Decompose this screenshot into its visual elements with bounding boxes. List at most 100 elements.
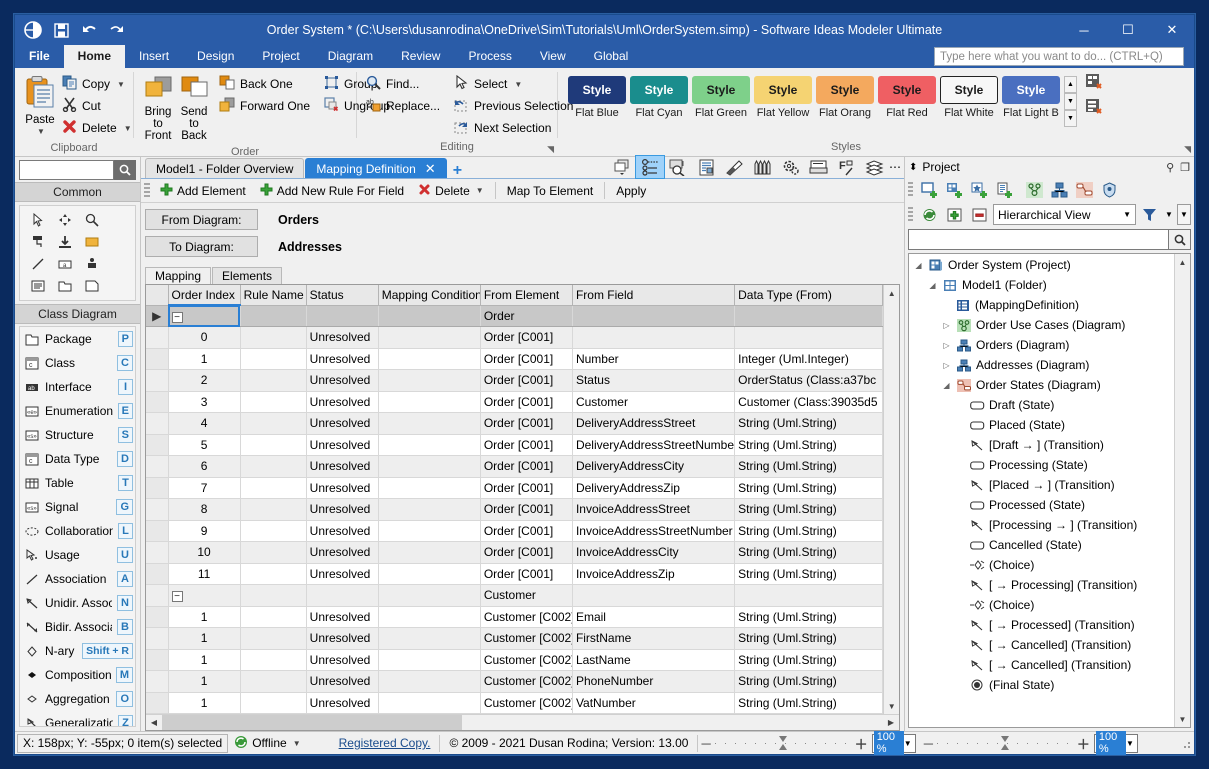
expanded-arrow-icon[interactable]: ◢ — [927, 281, 938, 290]
cell-mapping-condition[interactable] — [378, 477, 481, 499]
cell-from-element[interactable]: Customer [C002] — [480, 606, 573, 628]
toolbar-grip[interactable] — [908, 181, 913, 198]
cell-status[interactable]: Unresolved — [306, 606, 379, 628]
ribbon-tab-global[interactable]: Global — [580, 45, 643, 68]
ribbon-tab-process[interactable]: Process — [454, 45, 525, 68]
cell-mapping-condition[interactable] — [378, 649, 481, 671]
zoom-out-icon[interactable]: ─ — [701, 736, 710, 751]
cell-from-field[interactable]: DeliveryAddressStreet — [572, 412, 736, 435]
gallery-scroll-up-icon[interactable]: ▲ — [1064, 76, 1077, 93]
cell-status[interactable]: Unresolved — [306, 670, 379, 693]
cell-status[interactable]: Unresolved — [306, 692, 379, 714]
tree-node-placed-state[interactable]: Placed (State) — [909, 415, 1174, 435]
cell-from-field[interactable]: DeliveryAddressStreetNumber — [572, 434, 736, 456]
toolbox-item-class[interactable]: c Class C — [20, 351, 135, 375]
close-icon[interactable]: ❐ — [1180, 161, 1190, 174]
scroll-thumb[interactable] — [162, 715, 462, 730]
cell-from-field[interactable]: VatNumber — [572, 692, 736, 714]
tree-node-to-processed-transition[interactable]: [ → Processed] (Transition) — [909, 615, 1174, 635]
cell-rule-name[interactable] — [240, 498, 307, 521]
cell-mapping-condition[interactable] — [378, 412, 481, 435]
settings-icon[interactable] — [776, 156, 804, 178]
cell-mapping-condition[interactable] — [378, 455, 481, 478]
cell-order-index[interactable]: 11 — [168, 563, 241, 585]
ribbon-tab-review[interactable]: Review — [387, 45, 454, 68]
cell-rule-name[interactable] — [240, 563, 307, 585]
cell-from-element[interactable]: Customer — [480, 584, 573, 607]
style-item-flat-orange[interactable]: Style Flat Orang — [814, 76, 876, 119]
cell-mapping-condition[interactable] — [378, 670, 481, 693]
save-icon[interactable] — [51, 20, 71, 40]
new-element-icon[interactable] — [968, 179, 991, 200]
collapse-icon[interactable]: − — [171, 312, 183, 323]
cell-rule-name[interactable] — [240, 348, 307, 370]
app-logo-icon[interactable] — [23, 20, 43, 40]
cell-from-element[interactable]: Order [C001] — [480, 326, 573, 349]
cell-rule-name[interactable] — [240, 520, 307, 542]
copy-dropdown-icon[interactable]: ▼ — [117, 80, 125, 89]
cell-order-index[interactable]: 0 — [168, 326, 241, 349]
ribbon-tab-view[interactable]: View — [526, 45, 580, 68]
cell-mapping-condition[interactable] — [378, 692, 481, 714]
table-row[interactable]: 1 Unresolved Customer [C002] PhoneNumber… — [146, 670, 884, 693]
slider-thumb[interactable] — [778, 736, 788, 750]
filter-icon[interactable] — [1138, 204, 1161, 225]
scroll-left-icon[interactable]: ◀ — [146, 715, 162, 730]
cell-mapping-condition[interactable] — [378, 584, 481, 607]
connection-status[interactable]: Offline ▼ — [228, 734, 306, 753]
to-diagram-button[interactable]: To Diagram: — [145, 236, 258, 257]
close-button[interactable]: ✕ — [1150, 15, 1194, 45]
cell-from-element[interactable]: Customer [C002] — [480, 649, 573, 671]
zoom-in-icon[interactable]: ＋ — [855, 734, 868, 753]
table-row[interactable]: 3 Unresolved Order [C001] Customer Custo… — [146, 391, 884, 413]
insert-icon[interactable] — [51, 231, 78, 253]
cell-from-field[interactable]: InvoiceAddressStreet — [572, 498, 736, 521]
cell-order-index[interactable]: 1 — [168, 606, 241, 628]
cell-mapping-condition[interactable] — [378, 520, 481, 542]
scroll-right-icon[interactable]: ▶ — [883, 715, 899, 730]
cell-from-element[interactable]: Order [C001] — [480, 563, 573, 585]
cell-status[interactable]: Unresolved — [306, 541, 379, 564]
cell-mapping-condition[interactable] — [378, 606, 481, 628]
ribbon-tab-diagram[interactable]: Diagram — [314, 45, 387, 68]
cell-mapping-condition[interactable] — [378, 434, 481, 456]
cell-status[interactable]: Unresolved — [306, 520, 379, 542]
cell-order-index[interactable]: − — [168, 584, 241, 607]
folder-icon[interactable] — [51, 275, 78, 297]
project-search-input[interactable] — [908, 229, 1169, 250]
bring-to-front-button[interactable]: Bring to Front — [140, 73, 176, 144]
table-row[interactable]: 1 Unresolved Customer [C002] VatNumber S… — [146, 692, 884, 714]
cell-data-type-from[interactable]: String (Uml.String) — [734, 563, 884, 585]
cell-order-index[interactable]: 10 — [168, 541, 241, 564]
cell-data-type-from[interactable]: OrderStatus (Class:a37bc — [734, 369, 884, 392]
gallery-scroll-down-icon[interactable]: ▼ — [1064, 93, 1077, 110]
style-item-flat-light-blue[interactable]: Style Flat Light B — [1000, 76, 1062, 119]
maximize-button[interactable]: ☐ — [1106, 15, 1150, 45]
chevron-down-icon[interactable]: ▼ — [1126, 739, 1137, 748]
paste-button[interactable]: Paste ▼ — [21, 73, 59, 140]
state-diagram-icon[interactable] — [1073, 179, 1096, 200]
cell-status[interactable] — [306, 584, 379, 607]
cell-rule-name[interactable] — [240, 326, 307, 349]
cell-from-element[interactable]: Customer [C002] — [480, 627, 573, 650]
cell-from-field[interactable]: Status — [572, 369, 736, 392]
toolbar-grip[interactable] — [908, 206, 913, 223]
chevron-down-icon[interactable]: ▼ — [293, 739, 301, 748]
line-icon[interactable] — [24, 253, 51, 275]
toolbox-item-signal[interactable]: «s» Signal G — [20, 495, 135, 519]
slider-thumb[interactable] — [1000, 736, 1010, 750]
table-row[interactable]: 10 Unresolved Order [C001] InvoiceAddres… — [146, 541, 884, 564]
format-painter-icon[interactable] — [24, 231, 51, 253]
gallery-expand-icon[interactable]: ▼ — [1064, 110, 1077, 127]
tree-node-final-state[interactable]: (Final State) — [909, 675, 1174, 695]
expand-all-icon[interactable] — [943, 204, 966, 225]
ribbon-tab-file[interactable]: File — [15, 45, 64, 68]
styles-icon[interactable] — [748, 156, 776, 178]
cell-from-element[interactable]: Customer [C002] — [480, 692, 573, 714]
toolbox-item-interface[interactable]: ab Interface I — [20, 375, 135, 399]
cell-data-type-from[interactable] — [734, 305, 884, 327]
find-button[interactable]: Find... — [363, 73, 445, 95]
cell-status[interactable]: Unresolved — [306, 434, 379, 456]
column-header-rule-name[interactable]: Rule Name — [240, 285, 307, 306]
ribbon-tab-home[interactable]: Home — [63, 45, 126, 68]
